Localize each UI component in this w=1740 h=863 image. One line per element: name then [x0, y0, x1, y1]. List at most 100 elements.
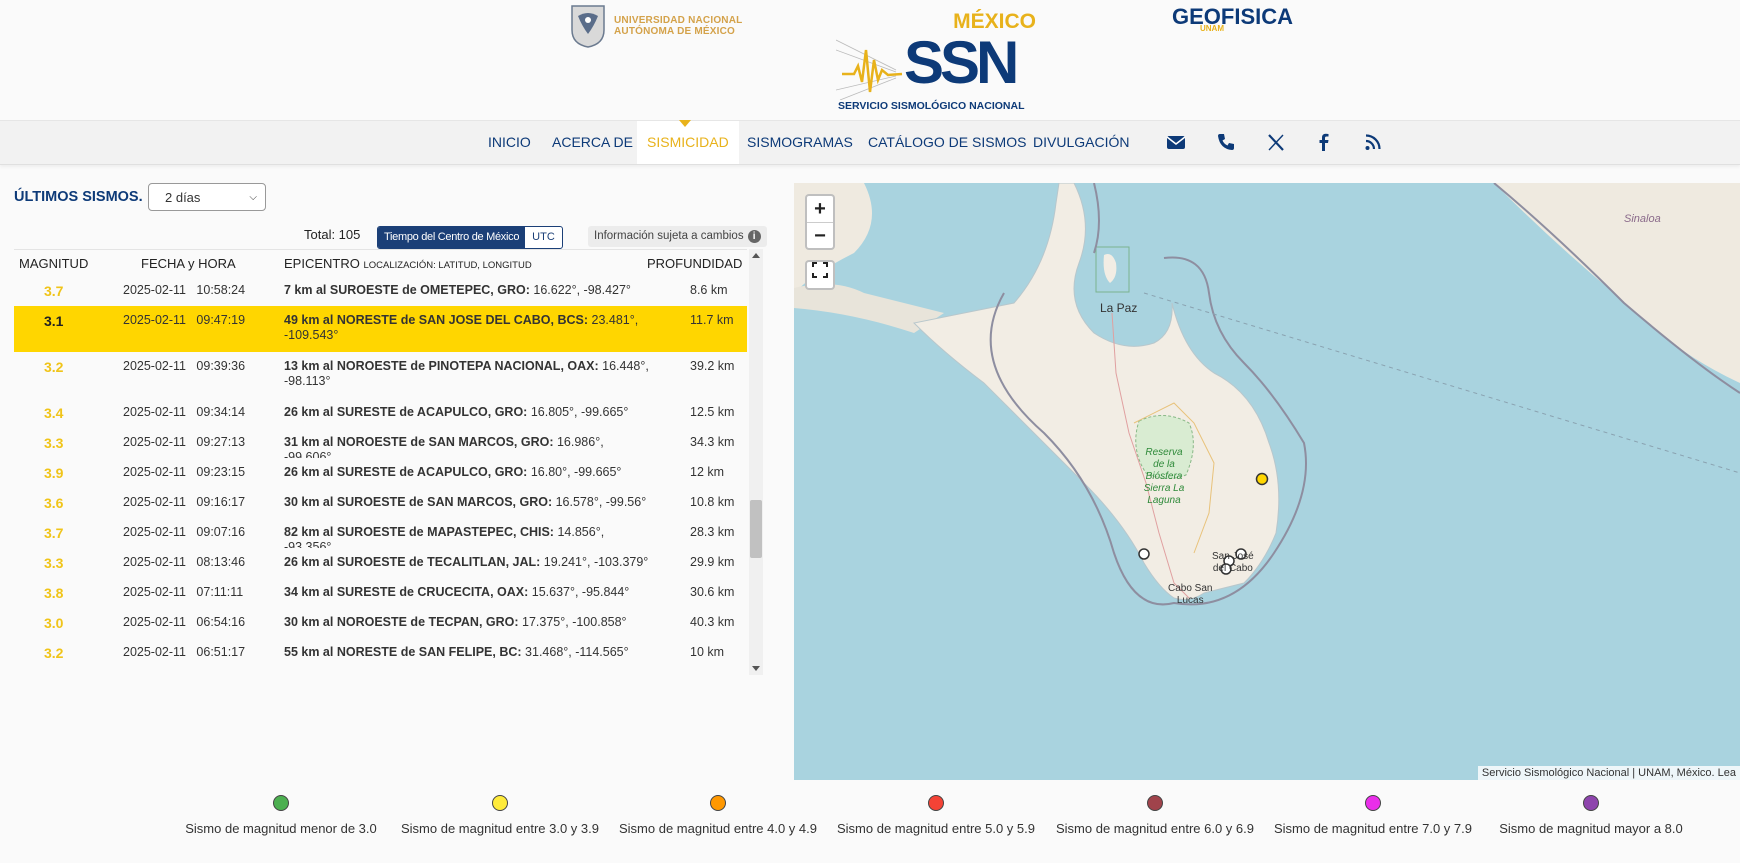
period-select[interactable]: 2 días ⌵ [148, 183, 266, 211]
row-datetime: 2025-02-11 09:27:13 [123, 435, 246, 449]
nav-acerca-de[interactable]: ACERCA DE [552, 121, 633, 164]
x-icon[interactable] [1265, 131, 1287, 153]
table-row[interactable]: 3.0 2025-02-11 06:54:16 30 km al NOROESTE … [14, 608, 747, 639]
row-coords: 16.805°, -99.665° [527, 405, 629, 419]
row-coords: 31.468°, -114.565° [521, 645, 629, 659]
map-canvas[interactable] [794, 183, 1740, 780]
table-row[interactable]: 3.8 2025-02-11 07:11:11 34 km al SURESTE d… [14, 578, 747, 609]
table-row[interactable]: 3.6 2025-02-11 09:16:17 30 km al SUROESTE … [14, 488, 747, 519]
row-place: 30 km al NOROESTE de TECPAN, GRO: [284, 615, 519, 629]
table-row[interactable]: 3.9 2025-02-11 09:23:15 26 km al SURESTE d… [14, 458, 747, 489]
row-place: 55 km al NORESTE de SAN FELIPE, BC: [284, 645, 522, 659]
table-scrollbar[interactable] [749, 249, 763, 675]
quake-map[interactable]: La Paz Sinaloa Reserva de la Biósfera Si… [794, 183, 1740, 780]
row-depth: 8.6 km [690, 283, 728, 297]
info-text: Información sujeta a cambios [594, 230, 744, 242]
row-epicenter: 7 km al SUROESTE de OMETEPEC, GRO: 16.62… [284, 283, 654, 298]
map-label-reserva: Reserva de la Biósfera Sierra La Laguna [1134, 447, 1194, 507]
zoom-in-button[interactable]: + [807, 196, 833, 223]
phone-icon[interactable] [1215, 131, 1237, 153]
table-row[interactable]: 3.22025-02-11 06:29:1347 km al SUROESTE … [14, 668, 747, 675]
legend-item: Sismo de magnitud entre 4.0 y 4.9 [613, 790, 823, 836]
row-magnitude: 3.3 [44, 555, 64, 571]
legend-item: Sismo de magnitud entre 7.0 y 7.9 [1268, 790, 1478, 836]
col-profundidad[interactable]: PROFUNDIDAD [647, 256, 742, 271]
row-depth: 12 km [690, 465, 725, 479]
legend-dot-icon [710, 795, 726, 811]
nav-sismicidad[interactable]: SISMICIDAD [637, 121, 739, 164]
quakes-table: 3.62025-02-11 12:16:1217 km al SUROESTE … [14, 276, 747, 675]
row-depth: 10 km [690, 645, 725, 659]
row-depth: 11.7 km [690, 313, 734, 327]
row-magnitude: 3.8 [44, 585, 64, 601]
zoom-control: + − [805, 194, 835, 250]
site-header: UNIVERSIDAD NACIONAL AUTÓNOMA DE MÉXICO … [0, 0, 1740, 120]
row-datetime: 2025-02-11 06:54:16 [123, 615, 246, 629]
table-row[interactable]: 3.1 2025-02-11 09:47:19 49 km al NORESTE d… [14, 306, 747, 353]
nav-sismogramas[interactable]: SISMOGRAMAS [747, 121, 853, 164]
row-epicenter: 55 km al NORESTE de SAN FELIPE, BC: 31.4… [284, 645, 654, 660]
unam-line-2: AUTÓNOMA DE MÉXICO [614, 26, 736, 37]
rss-icon[interactable] [1362, 131, 1384, 153]
row-depth: 10.8 km [690, 495, 735, 509]
tz-utc-button[interactable]: UTC [525, 227, 562, 248]
ssn-logo[interactable]: MÉXICO SSN SERVICIO SISMOLÓGICO NACIONAL [836, 10, 1036, 116]
section-title: ÚLTIMOS SISMOS. [14, 189, 143, 205]
nav-divulgacion[interactable]: DIVULGACIÓN [1033, 121, 1129, 164]
quake-marker[interactable] [1138, 548, 1150, 560]
legend-dot-icon [928, 795, 944, 811]
scroll-up-icon[interactable] [752, 253, 760, 258]
tz-local-button[interactable]: Tiempo del Centro de México [378, 227, 526, 248]
col-magnitud[interactable]: MAGNITUD [19, 256, 88, 271]
row-depth: 12.5 km [690, 405, 735, 419]
row-magnitude: 3.9 [44, 465, 64, 481]
facebook-icon[interactable] [1313, 131, 1335, 153]
row-place: 82 km al SUROESTE de MAPASTEPEC, CHIS: [284, 525, 554, 539]
row-coords: 16.578°, -99.56° [552, 495, 647, 509]
table-header: MAGNITUD FECHA y HORA EPICENTRO LOCALIZA… [14, 249, 747, 277]
table-row[interactable]: 3.2 2025-02-11 09:39:36 13 km al NOROESTE … [14, 352, 747, 399]
table-row[interactable]: 3.4 2025-02-11 09:34:14 26 km al SURESTE d… [14, 398, 747, 429]
unam-logo[interactable]: UNIVERSIDAD NACIONAL AUTÓNOMA DE MÉXICO [568, 4, 742, 48]
legend-item: Sismo de magnitud entre 3.0 y 3.9 [395, 790, 605, 836]
row-datetime: 2025-02-11 06:51:17 [123, 645, 246, 659]
row-datetime: 2025-02-11 09:47:19 [123, 313, 246, 327]
row-depth: 29.9 km [690, 555, 735, 569]
scroll-down-icon[interactable] [752, 666, 760, 671]
table-row[interactable]: 3.7 2025-02-11 10:58:24 7 km al SUROESTE d… [14, 276, 747, 307]
row-depth: 34.3 km [690, 435, 735, 449]
envelope-icon[interactable] [1165, 131, 1187, 153]
row-place: 26 km al SURESTE de ACAPULCO, GRO: [284, 405, 528, 419]
fullscreen-icon[interactable] [805, 260, 835, 290]
row-magnitude: 3.0 [44, 615, 64, 631]
nav-inicio[interactable]: INICIO [488, 121, 531, 164]
row-coords: 15.637°, -95.844° [528, 585, 630, 599]
map-label-la-paz: La Paz [1100, 301, 1138, 315]
col-fecha[interactable]: FECHA y HORA [141, 256, 236, 271]
col-epicentro[interactable]: EPICENTRO LOCALIZACIÓN: LATITUD, LONGITU… [284, 256, 532, 271]
table-row[interactable]: 3.3 2025-02-11 09:27:13 31 km al NOROESTE … [14, 428, 747, 464]
map-attribution[interactable]: Servicio Sismológico Nacional | UNAM, Mé… [1477, 766, 1740, 780]
row-place: 13 km al NOROESTE de PINOTEPA NACIONAL, … [284, 359, 599, 373]
nav-catalogo[interactable]: CATÁLOGO DE SISMOS [868, 121, 1026, 164]
row-magnitude: 3.1 [44, 313, 64, 329]
legend-label: Sismo de magnitud mayor a 8.0 [1499, 821, 1683, 836]
table-row[interactable]: 3.2 2025-02-11 06:51:17 55 km al NORESTE d… [14, 638, 747, 669]
legend-label: Sismo de magnitud entre 6.0 y 6.9 [1055, 821, 1254, 836]
row-place: 26 km al SUROESTE de TECALITLAN, JAL: [284, 555, 541, 569]
table-row[interactable]: 3.3 2025-02-11 08:13:46 26 km al SUROESTE … [14, 548, 747, 579]
map-label-sinaloa: Sinaloa [1624, 213, 1661, 225]
geofisica-logo[interactable]: GEOFISICA UNAM [1172, 4, 1293, 33]
zoom-out-button[interactable]: − [807, 223, 833, 249]
row-magnitude: 3.7 [44, 525, 64, 541]
scroll-thumb[interactable] [750, 500, 762, 558]
row-magnitude: 3.2 [44, 645, 64, 661]
row-coords: 16.622°, -98.427° [529, 283, 631, 297]
table-row[interactable]: 3.7 2025-02-11 09:07:16 82 km al SUROESTE … [14, 518, 747, 554]
quake-marker[interactable] [1255, 472, 1269, 486]
row-depth: 30.6 km [690, 585, 735, 599]
row-datetime: 2025-02-11 08:13:46 [123, 555, 246, 569]
row-datetime: 2025-02-11 09:23:15 [123, 465, 246, 479]
row-place: 31 km al NOROESTE de SAN MARCOS, GRO: [284, 435, 554, 449]
info-icon[interactable]: i [747, 230, 761, 243]
